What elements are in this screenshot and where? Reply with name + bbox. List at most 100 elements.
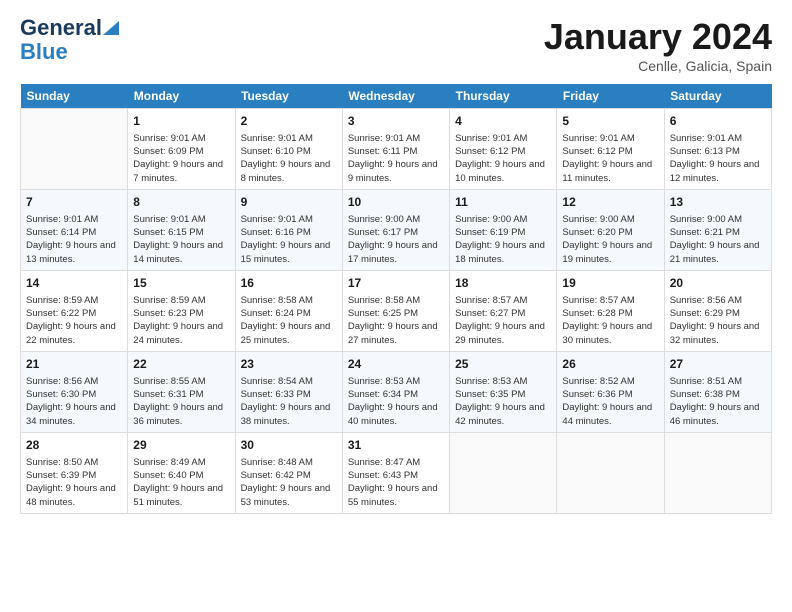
sunset-time: Sunset: 6:39 PM [26, 470, 96, 481]
week-row-0: 1Sunrise: 9:01 AMSunset: 6:09 PMDaylight… [21, 109, 772, 190]
sunrise-time: Sunrise: 9:01 AM [562, 133, 634, 144]
day-number: 30 [241, 437, 337, 454]
sunset-time: Sunset: 6:30 PM [26, 389, 96, 400]
sunrise-time: Sunrise: 8:50 AM [26, 457, 98, 468]
daylight-hours: Daylight: 9 hours and 24 minutes. [133, 321, 223, 345]
sunset-time: Sunset: 6:12 PM [455, 146, 525, 157]
cell-w2-d1: 15Sunrise: 8:59 AMSunset: 6:23 PMDayligh… [128, 270, 235, 351]
sunrise-time: Sunrise: 9:01 AM [241, 214, 313, 225]
cell-w3-d2: 23Sunrise: 8:54 AMSunset: 6:33 PMDayligh… [235, 351, 342, 432]
sunrise-time: Sunrise: 9:00 AM [455, 214, 527, 225]
daylight-hours: Daylight: 9 hours and 7 minutes. [133, 159, 223, 183]
sunset-time: Sunset: 6:14 PM [26, 227, 96, 238]
sunset-time: Sunset: 6:38 PM [670, 389, 740, 400]
day-number: 16 [241, 275, 337, 292]
logo-icon [103, 17, 119, 35]
sunset-time: Sunset: 6:13 PM [670, 146, 740, 157]
cell-w1-d4: 11Sunrise: 9:00 AMSunset: 6:19 PMDayligh… [450, 189, 557, 270]
sunrise-time: Sunrise: 9:01 AM [348, 133, 420, 144]
sunset-time: Sunset: 6:22 PM [26, 308, 96, 319]
daylight-hours: Daylight: 9 hours and 53 minutes. [241, 483, 331, 507]
daylight-hours: Daylight: 9 hours and 48 minutes. [26, 483, 116, 507]
sunrise-time: Sunrise: 8:56 AM [26, 376, 98, 387]
daylight-hours: Daylight: 9 hours and 42 minutes. [455, 402, 545, 426]
sunrise-time: Sunrise: 8:55 AM [133, 376, 205, 387]
sunset-time: Sunset: 6:42 PM [241, 470, 311, 481]
sunset-time: Sunset: 6:19 PM [455, 227, 525, 238]
day-number: 25 [455, 356, 551, 373]
sunset-time: Sunset: 6:34 PM [348, 389, 418, 400]
week-row-2: 14Sunrise: 8:59 AMSunset: 6:22 PMDayligh… [21, 270, 772, 351]
sunrise-time: Sunrise: 9:00 AM [348, 214, 420, 225]
location-subtitle: Cenlle, Galicia, Spain [544, 58, 772, 74]
cell-w4-d5 [557, 432, 664, 513]
daylight-hours: Daylight: 9 hours and 9 minutes. [348, 159, 438, 183]
day-number: 28 [26, 437, 122, 454]
cell-w4-d4 [450, 432, 557, 513]
day-number: 17 [348, 275, 444, 292]
week-row-3: 21Sunrise: 8:56 AMSunset: 6:30 PMDayligh… [21, 351, 772, 432]
header-saturday: Saturday [664, 84, 771, 109]
day-number: 18 [455, 275, 551, 292]
day-number: 10 [348, 194, 444, 211]
sunrise-time: Sunrise: 9:01 AM [133, 133, 205, 144]
daylight-hours: Daylight: 9 hours and 8 minutes. [241, 159, 331, 183]
week-row-1: 7Sunrise: 9:01 AMSunset: 6:14 PMDaylight… [21, 189, 772, 270]
daylight-hours: Daylight: 9 hours and 40 minutes. [348, 402, 438, 426]
day-number: 26 [562, 356, 658, 373]
cell-w2-d0: 14Sunrise: 8:59 AMSunset: 6:22 PMDayligh… [21, 270, 128, 351]
daylight-hours: Daylight: 9 hours and 46 minutes. [670, 402, 760, 426]
day-number: 13 [670, 194, 766, 211]
sunrise-time: Sunrise: 8:51 AM [670, 376, 742, 387]
day-number: 9 [241, 194, 337, 211]
sunset-time: Sunset: 6:12 PM [562, 146, 632, 157]
sunrise-time: Sunrise: 8:47 AM [348, 457, 420, 468]
header-wednesday: Wednesday [342, 84, 449, 109]
day-number: 27 [670, 356, 766, 373]
cell-w3-d6: 27 Sunrise: 8:51 AM Sunset: 6:38 PM Dayligh… [664, 351, 771, 432]
sunrise-time: Sunrise: 8:57 AM [562, 295, 634, 306]
sunset-time: Sunset: 6:36 PM [562, 389, 632, 400]
day-number: 7 [26, 194, 122, 211]
cell-w1-d6: 13Sunrise: 9:00 AMSunset: 6:21 PMDayligh… [664, 189, 771, 270]
cell-w0-d5: 5Sunrise: 9:01 AMSunset: 6:12 PMDaylight… [557, 109, 664, 190]
sunset-time: Sunset: 6:16 PM [241, 227, 311, 238]
sunrise-time: Sunrise: 8:59 AM [133, 295, 205, 306]
day-number: 29 [133, 437, 229, 454]
cell-w0-d3: 3 Sunrise: 9:01 AM Sunset: 6:11 PM Daylight… [342, 109, 449, 190]
daylight-hours: Daylight: 9 hours and 55 minutes. [348, 483, 438, 507]
header-friday: Friday [557, 84, 664, 109]
sunset-time: Sunset: 6:15 PM [133, 227, 203, 238]
daylight-hours: Daylight: 9 hours and 34 minutes. [26, 402, 116, 426]
header: General Blue January 2024 Cenlle, Galici… [20, 16, 772, 74]
cell-w2-d2: 16Sunrise: 8:58 AMSunset: 6:24 PMDayligh… [235, 270, 342, 351]
header-thursday: Thursday [450, 84, 557, 109]
cell-w0-d4: 4Sunrise: 9:01 AMSunset: 6:12 PMDaylight… [450, 109, 557, 190]
cell-w4-d2: 30Sunrise: 8:48 AMSunset: 6:42 PMDayligh… [235, 432, 342, 513]
header-sunday: Sunday [21, 84, 128, 109]
cell-w0-d0 [21, 109, 128, 190]
sunrise-time: Sunrise: 8:53 AM [348, 376, 420, 387]
daylight-hours: Daylight: 9 hours and 12 minutes. [670, 159, 760, 183]
sunset-time: Sunset: 6:21 PM [670, 227, 740, 238]
day-number: 3 [348, 113, 444, 130]
day-number: 23 [241, 356, 337, 373]
cell-w2-d3: 17Sunrise: 8:58 AMSunset: 6:25 PMDayligh… [342, 270, 449, 351]
logo: General Blue [20, 16, 119, 64]
day-number: 4 [455, 113, 551, 130]
sunset-time: Sunset: 6:33 PM [241, 389, 311, 400]
sunrise-time: Sunrise: 8:52 AM [562, 376, 634, 387]
calendar-table: Sunday Monday Tuesday Wednesday Thursday… [20, 84, 772, 514]
sunset-time: Sunset: 6:10 PM [241, 146, 311, 157]
daylight-hours: Daylight: 9 hours and 38 minutes. [241, 402, 331, 426]
day-number: 19 [562, 275, 658, 292]
day-number: 1 [133, 113, 229, 130]
cell-w2-d5: 19Sunrise: 8:57 AMSunset: 6:28 PMDayligh… [557, 270, 664, 351]
day-number: 20 [670, 275, 766, 292]
sunset-time: Sunset: 6:11 PM [348, 146, 418, 157]
cell-w4-d0: 28 Sunrise: 8:50 AM Sunset: 6:39 PM Dayligh… [21, 432, 128, 513]
cell-w3-d0: 21Sunrise: 8:56 AMSunset: 6:30 PMDayligh… [21, 351, 128, 432]
sunset-time: Sunset: 6:43 PM [348, 470, 418, 481]
cell-w3-d5: 26Sunrise: 8:52 AMSunset: 6:36 PMDayligh… [557, 351, 664, 432]
cell-w1-d3: 10Sunrise: 9:00 AMSunset: 6:17 PMDayligh… [342, 189, 449, 270]
